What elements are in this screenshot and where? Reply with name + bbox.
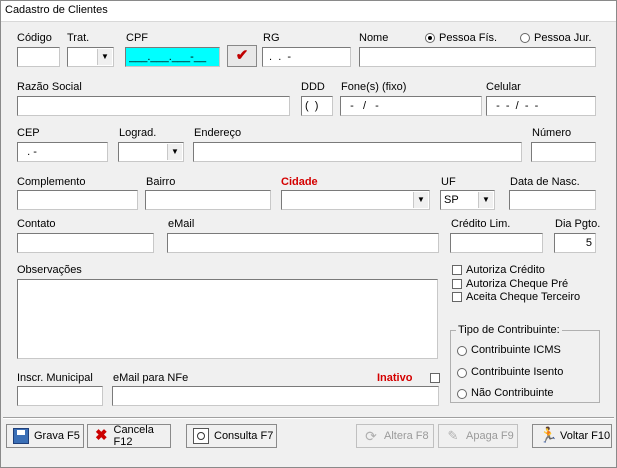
email-input[interactable] — [167, 233, 439, 253]
endereco-input[interactable] — [193, 142, 522, 162]
cancel-icon: ✖ — [94, 427, 108, 444]
celular-label: Celular — [486, 81, 521, 93]
chevron-down-icon[interactable]: ▼ — [97, 49, 112, 65]
voltar-label: Voltar F10 — [560, 430, 611, 442]
cpf-input[interactable] — [125, 47, 220, 67]
bairro-label: Bairro — [146, 176, 176, 188]
validate-cpf-button[interactable]: ✔ — [227, 45, 257, 67]
chevron-down-icon[interactable]: ▼ — [167, 144, 182, 160]
grava-button[interactable]: Grava F5 — [6, 424, 84, 448]
inativo-label: Inativo — [377, 372, 413, 384]
bairro-input[interactable] — [145, 190, 271, 210]
lograd-label: Lograd. — [119, 127, 157, 139]
contribuinte-icms-radio[interactable] — [457, 346, 467, 356]
numero-label: Número — [532, 127, 572, 139]
edit-sync-icon: ⟳ — [365, 428, 377, 444]
search-icon — [193, 428, 209, 444]
apaga-button[interactable]: ✎ Apaga F9 — [438, 424, 518, 448]
contato-input[interactable] — [17, 233, 154, 253]
pessoa-fisica-label[interactable]: Pessoa Fís. — [439, 32, 497, 44]
contribuinte-isento-label[interactable]: Contribuinte Isento — [471, 366, 563, 378]
nao-contribuinte-radio[interactable] — [457, 389, 467, 399]
grava-label: Grava F5 — [34, 430, 80, 442]
dia-pgto-input[interactable] — [554, 233, 596, 253]
checkmark-icon: ✔ — [235, 47, 249, 64]
credito-lim-input[interactable] — [450, 233, 543, 253]
fone-label: Fone(s) (fixo) — [341, 81, 407, 93]
uf-label: UF — [441, 176, 456, 188]
fone-input[interactable] — [340, 96, 482, 116]
rg-input[interactable] — [262, 47, 351, 67]
tipo-contribuinte-group: Tipo de Contribuinte: Contribuinte ICMS … — [450, 324, 600, 403]
uf-value: SP — [444, 194, 459, 206]
pessoa-juridica-label[interactable]: Pessoa Jur. — [534, 32, 591, 44]
pessoa-fisica-radio[interactable] — [425, 33, 435, 43]
endereco-label: Endereço — [194, 127, 242, 139]
complemento-input[interactable] — [17, 190, 138, 210]
email-nfe-label: eMail para NFe — [113, 372, 189, 384]
cidade-label: Cidade — [281, 176, 318, 188]
uf-select[interactable]: SP ▼ — [440, 190, 495, 210]
altera-button[interactable]: ⟳ Altera F8 — [356, 424, 434, 448]
dia-pgto-label: Dia Pgto. — [555, 218, 601, 230]
contribuinte-isento-radio[interactable] — [457, 368, 467, 378]
credito-lim-label: Crédito Lim. — [451, 218, 511, 230]
numero-input[interactable] — [531, 142, 596, 162]
cpf-label: CPF — [126, 32, 148, 44]
consulta-label: Consulta F7 — [214, 430, 274, 442]
ddd-input[interactable] — [301, 96, 333, 116]
nao-contribuinte-label[interactable]: Não Contribuinte — [471, 387, 554, 399]
aceita-cheque-terceiro-checkbox[interactable] — [452, 292, 462, 302]
consulta-button[interactable]: Consulta F7 — [186, 424, 277, 448]
chevron-down-icon[interactable]: ▼ — [478, 192, 493, 208]
eraser-icon: ✎ — [447, 428, 459, 443]
inativo-checkbox[interactable] — [430, 373, 440, 383]
title-bar: Cadastro de Clientes — [1, 1, 616, 22]
cancela-button[interactable]: ✖ Cancela F12 — [87, 424, 171, 448]
autoriza-credito-checkbox[interactable] — [452, 265, 462, 275]
complemento-label: Complemento — [17, 176, 86, 188]
cep-input[interactable] — [17, 142, 108, 162]
toolbar-separator — [3, 417, 614, 419]
autoriza-cheque-pre-checkbox[interactable] — [452, 279, 462, 289]
cep-label: CEP — [17, 127, 40, 139]
rg-label: RG — [263, 32, 280, 44]
lograd-select[interactable]: ▼ — [118, 142, 184, 162]
pessoa-juridica-radio[interactable] — [520, 33, 530, 43]
inscr-municipal-input[interactable] — [17, 386, 103, 406]
nome-label: Nome — [359, 32, 389, 44]
cidade-select[interactable]: ▼ — [281, 190, 430, 210]
ddd-label: DDD — [301, 81, 325, 93]
observacoes-textarea[interactable] — [17, 279, 438, 359]
observacoes-label: Observações — [17, 264, 82, 276]
autoriza-cheque-pre-label[interactable]: Autoriza Cheque Pré — [466, 278, 568, 290]
aceita-cheque-terceiro-label[interactable]: Aceita Cheque Terceiro — [466, 291, 580, 303]
cancela-label: Cancela F12 — [113, 424, 154, 448]
window-title: Cadastro de Clientes — [5, 4, 108, 16]
nome-input[interactable] — [359, 47, 596, 67]
exit-runner-icon: 🏃 — [539, 427, 558, 444]
voltar-button[interactable]: 🏃 Voltar F10 — [532, 424, 612, 448]
contato-label: Contato — [17, 218, 56, 230]
chevron-down-icon[interactable]: ▼ — [413, 192, 428, 208]
email-nfe-input[interactable] — [112, 386, 439, 406]
save-icon — [13, 428, 29, 444]
codigo-label: Código — [17, 32, 52, 44]
trat-select[interactable]: ▼ — [67, 47, 114, 67]
apaga-label: Apaga F9 — [466, 430, 514, 442]
email-label: eMail — [168, 218, 195, 230]
razao-social-label: Razão Social — [17, 81, 82, 93]
razao-social-input[interactable] — [17, 96, 290, 116]
autoriza-credito-label[interactable]: Autoriza Crédito — [466, 264, 545, 276]
client-form-window: Cadastro de Clientes Código Trat. ▼ CPF … — [0, 0, 617, 468]
altera-label: Altera F8 — [384, 430, 429, 442]
trat-label: Trat. — [67, 32, 90, 44]
data-nasc-input[interactable] — [509, 190, 596, 210]
celular-input[interactable] — [486, 96, 596, 116]
tipo-contribuinte-title: Tipo de Contribuinte: — [456, 324, 562, 336]
codigo-input[interactable] — [17, 47, 60, 67]
data-nasc-label: Data de Nasc. — [510, 176, 580, 188]
inscr-municipal-label: Inscr. Municipal — [17, 372, 93, 384]
contribuinte-icms-label[interactable]: Contribuinte ICMS — [471, 344, 561, 356]
